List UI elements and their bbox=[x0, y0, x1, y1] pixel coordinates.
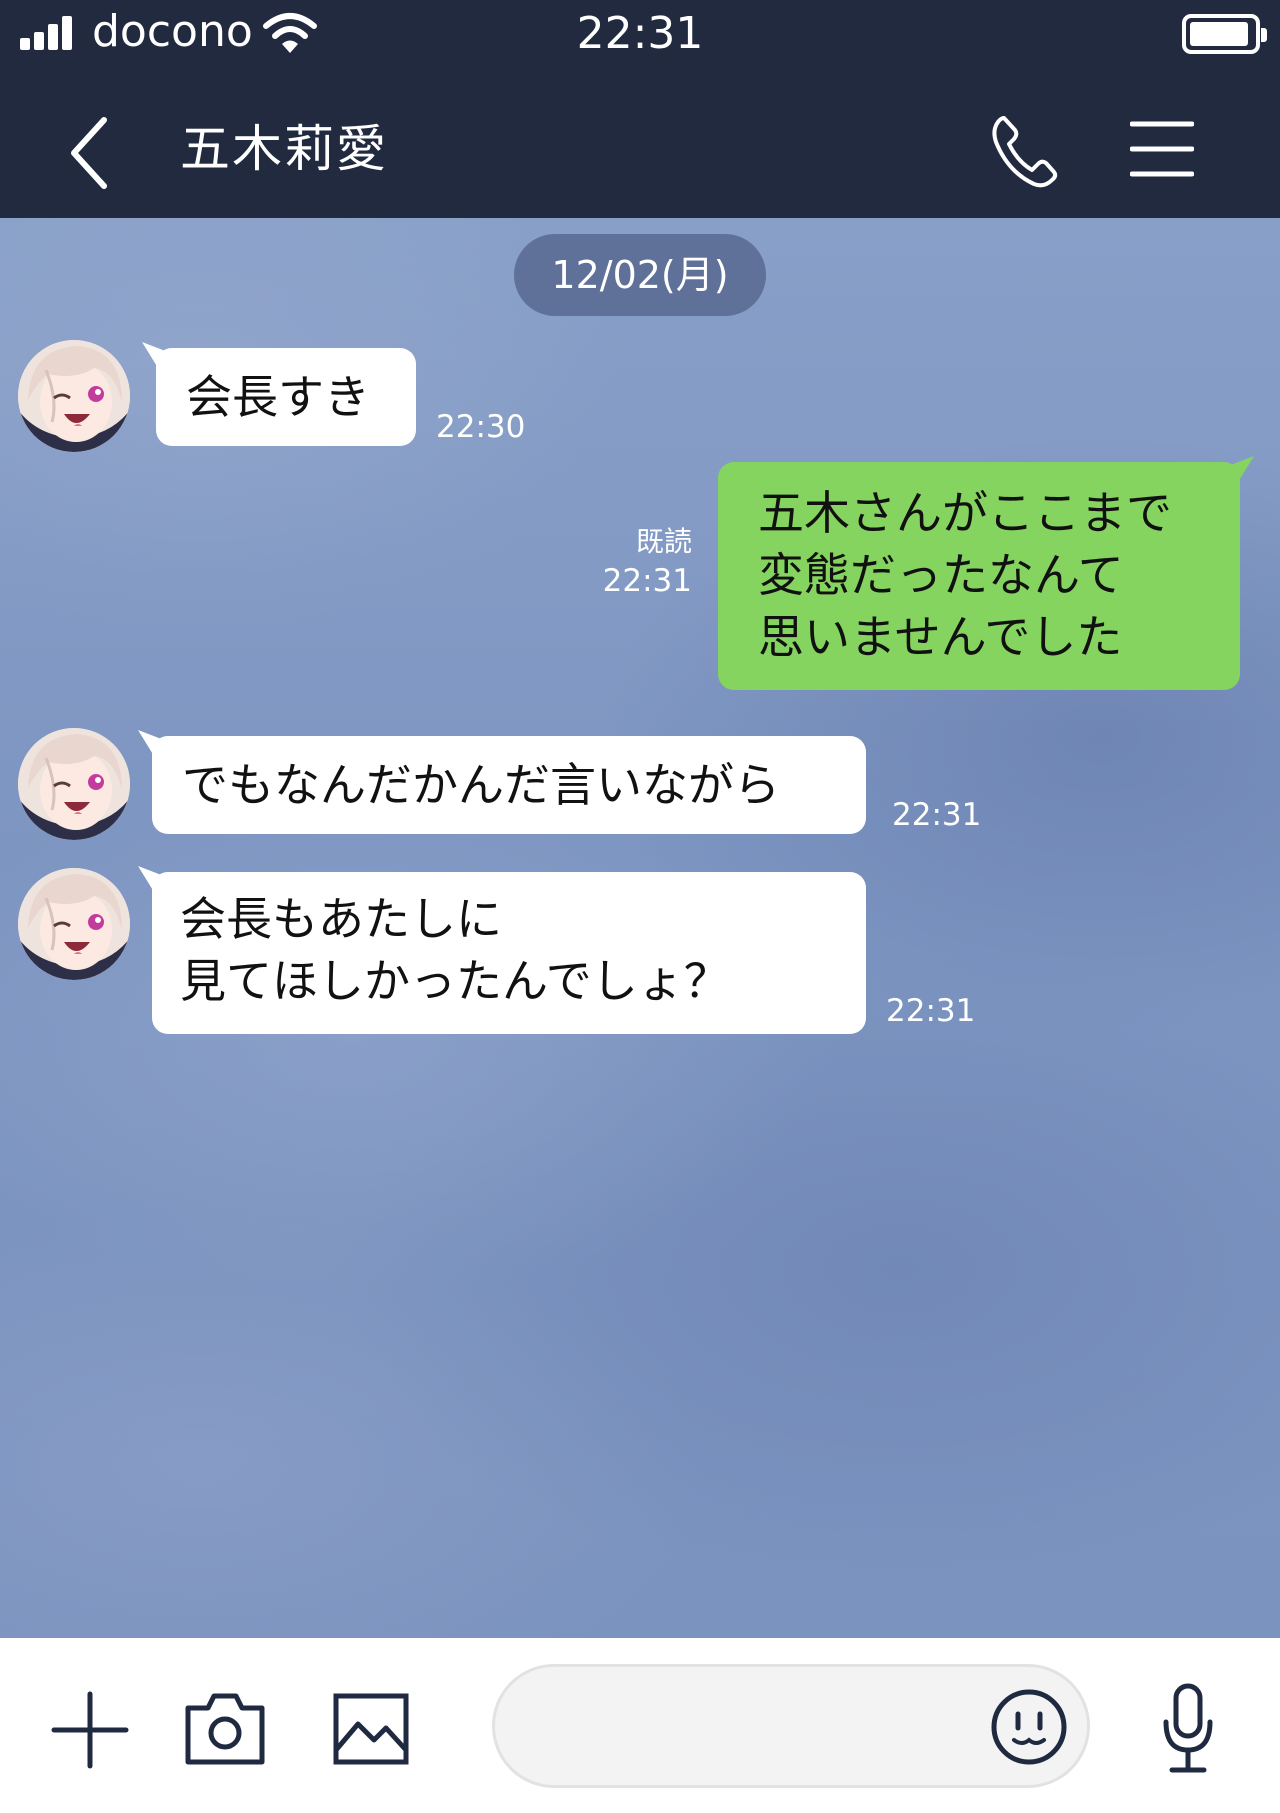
message-text: でもなんだかんだ言いながら bbox=[182, 758, 780, 812]
input-bar bbox=[0, 1638, 1280, 1813]
incoming-message-bubble[interactable]: 会長すき bbox=[142, 342, 416, 446]
contact-avatar[interactable] bbox=[18, 868, 130, 980]
incoming-message-bubble[interactable]: でもなんだかんだ言いながら bbox=[138, 730, 866, 834]
date-separator: 12/02(月) bbox=[514, 234, 766, 316]
bubble-tail bbox=[142, 342, 168, 368]
bubble-tail bbox=[138, 866, 164, 892]
message-timestamp: 22:31 bbox=[892, 797, 982, 833]
chat-header: 五木莉愛 bbox=[0, 90, 1280, 218]
chevron-left-icon[interactable] bbox=[60, 108, 120, 198]
contact-avatar[interactable] bbox=[18, 728, 130, 840]
outgoing-message-bubble[interactable]: 五木さんがここまで 変態だったなんて 思いませんでした bbox=[718, 456, 1254, 690]
microphone-icon[interactable] bbox=[1160, 1682, 1216, 1778]
bubble-tail bbox=[138, 730, 164, 756]
message-timestamp: 22:31 bbox=[886, 993, 976, 1029]
incoming-message-bubble[interactable]: 会長もあたしに 見てほしかったんでしょ？ bbox=[138, 866, 866, 1034]
read-receipt: 既読 bbox=[635, 525, 692, 558]
contact-avatar[interactable] bbox=[18, 340, 130, 452]
battery-icon bbox=[1182, 14, 1267, 54]
message-timestamp: 22:31 bbox=[602, 563, 692, 599]
message-text-line: 五木さんがここまで bbox=[758, 486, 1172, 540]
camera-icon[interactable] bbox=[184, 1690, 266, 1766]
image-icon[interactable] bbox=[332, 1692, 410, 1766]
phone-icon[interactable] bbox=[988, 112, 1058, 188]
message-text-line: 思いませんでした bbox=[758, 610, 1123, 664]
message-timestamp: 22:30 bbox=[436, 409, 526, 445]
message-text-line: 会長もあたしに bbox=[180, 892, 502, 946]
status-clock: 22:31 bbox=[576, 8, 704, 59]
smiley-icon[interactable] bbox=[990, 1688, 1068, 1766]
avatar-portrait-icon bbox=[18, 340, 130, 452]
bubble-tail bbox=[1228, 456, 1254, 482]
message-text: 会長すき bbox=[186, 370, 370, 424]
contact-name: 五木莉愛 bbox=[180, 120, 388, 178]
plus-icon[interactable] bbox=[50, 1690, 130, 1770]
hamburger-menu-icon[interactable] bbox=[1130, 116, 1194, 182]
chat-area[interactable]: 12/02(月) 会長すき 22:30 既読 22:31 五木さんがここまで 変… bbox=[0, 218, 1280, 1638]
avatar-portrait-icon bbox=[18, 728, 130, 840]
status-bar: docono 22:31 bbox=[0, 0, 1280, 90]
avatar-portrait-icon bbox=[18, 868, 130, 980]
message-text-line: 見てほしかったんでしょ？ bbox=[180, 954, 730, 1008]
message-text-line: 変態だったなんて bbox=[758, 548, 1124, 602]
